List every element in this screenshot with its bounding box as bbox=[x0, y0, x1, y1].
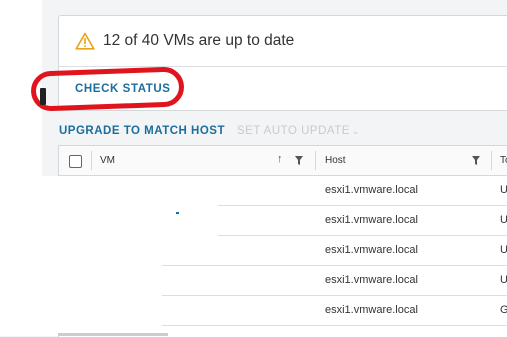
column-divider bbox=[315, 151, 316, 170]
host-cell: esxi1.vmware.local bbox=[325, 184, 418, 196]
upgrade-to-match-host-button[interactable]: UPGRADE TO MATCH HOST bbox=[59, 125, 225, 137]
status-cell: U bbox=[500, 244, 507, 256]
grid-header: VM ↑ Host To bbox=[59, 146, 507, 176]
select-all-checkbox[interactable] bbox=[69, 155, 82, 168]
host-cell: esxi1.vmware.local bbox=[325, 244, 418, 256]
chevron-down-icon: ⌄ bbox=[351, 126, 360, 136]
status-cell: U bbox=[500, 274, 507, 286]
host-cell: esxi1.vmware.local bbox=[325, 214, 418, 226]
grid-toolbar: UPGRADE TO MATCH HOST SET AUTO UPDATE ⌄ bbox=[59, 121, 359, 137]
left-gutter bbox=[0, 0, 42, 336]
sort-up-arrow-icon[interactable]: ↑ bbox=[277, 153, 283, 165]
card-header: 12 of 40 VMs are up to date bbox=[59, 16, 507, 67]
column-header-host[interactable]: Host bbox=[325, 146, 485, 175]
host-cell: esxi1.vmware.local bbox=[325, 304, 418, 316]
dark-mark bbox=[40, 88, 46, 105]
column-header-host-label: Host bbox=[325, 155, 346, 166]
status-cell: U bbox=[500, 184, 507, 196]
compliance-summary: 12 of 40 VMs are up to date bbox=[103, 32, 295, 49]
redacted-region bbox=[150, 200, 218, 240]
status-cell: G bbox=[500, 304, 507, 316]
column-header-status[interactable]: To bbox=[500, 146, 507, 175]
column-header-status-label: To bbox=[500, 155, 507, 166]
column-divider bbox=[491, 151, 492, 170]
column-header-vm[interactable]: VM ↑ bbox=[100, 146, 310, 175]
host-cell: esxi1.vmware.local bbox=[325, 274, 418, 286]
column-divider bbox=[91, 151, 92, 170]
set-auto-update-button[interactable]: SET AUTO UPDATE bbox=[237, 125, 350, 137]
red-highlight-annotation bbox=[30, 66, 185, 112]
filter-icon[interactable] bbox=[472, 156, 480, 165]
redacted-region bbox=[42, 176, 162, 336]
column-header-vm-label: VM bbox=[100, 155, 115, 166]
warning-triangle-icon bbox=[75, 32, 95, 50]
status-cell: U bbox=[500, 214, 507, 226]
redaction-artifact bbox=[176, 212, 179, 214]
filter-icon[interactable] bbox=[295, 156, 303, 165]
top-strip bbox=[42, 0, 507, 8]
